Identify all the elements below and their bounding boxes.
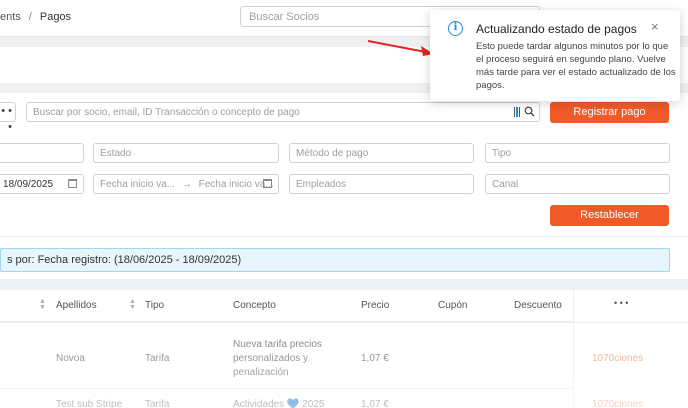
range-arrow-icon: → xyxy=(181,179,192,190)
date-range-end-input[interactable]: 18/09/2025 xyxy=(0,174,84,194)
cell-concepto-line: personalizados y xyxy=(233,353,309,364)
cell-tipo: Tarifa xyxy=(145,353,170,364)
empleados-select[interactable]: Empleados xyxy=(289,174,474,194)
actions-column: • • • 1070ciones 1070ciones xyxy=(573,290,688,408)
cell-tipo: Tarifa xyxy=(145,399,170,408)
date-range-end-value: 18/09/2025 xyxy=(3,179,54,190)
toast-message: Esto puede tardar algunos minutos por lo… xyxy=(476,41,676,91)
payments-search-input[interactable]: Buscar por socio, email, ID Transacción … xyxy=(26,102,540,122)
payments-table: Apellidos ▲ ▼ ▲ ▼ Tipo Concepto Precio Cup… xyxy=(0,290,688,408)
fecha-inicio-start: Fecha inicio va... xyxy=(100,179,176,190)
row-options-button[interactable]: 1070ciones xyxy=(592,399,643,408)
col-header-descuento[interactable]: Descuento xyxy=(514,300,562,311)
info-icon: i xyxy=(448,21,463,36)
breadcrumb-current: Pagos xyxy=(39,11,72,23)
col-header-cupon[interactable]: Cupón xyxy=(438,300,467,311)
tipo-select[interactable]: Tipo xyxy=(485,143,670,163)
breadcrumb-separator: / xyxy=(28,11,32,23)
col-header-concepto[interactable]: Concepto xyxy=(233,300,276,311)
cell-concepto-line: Nueva tarifa precios xyxy=(233,339,322,350)
payments-search-placeholder: Buscar por socio, email, ID Transacción … xyxy=(33,107,300,118)
header-divider xyxy=(0,322,688,323)
calendar-icon xyxy=(263,179,272,188)
barcode-icon[interactable] xyxy=(514,107,521,117)
close-icon[interactable]: × xyxy=(651,20,659,33)
cell-precio: 1,07 € xyxy=(361,399,389,408)
canal-select[interactable]: Canal xyxy=(485,174,670,194)
estado-select[interactable]: Estado xyxy=(93,143,279,163)
search-icon[interactable] xyxy=(524,106,535,117)
cell-apellidos: Test sub Stripe xyxy=(56,399,123,408)
filter-field-left[interactable] xyxy=(0,143,84,163)
annotation-arrow-icon xyxy=(367,40,434,56)
col-header-apellidos[interactable]: Apellidos xyxy=(56,300,97,311)
cell-precio: 1,07 € xyxy=(361,353,389,364)
filters-panel: • • • Buscar por socio, email, ID Transa… xyxy=(0,93,688,279)
cell-concepto-line: Actividades 💙 2025 xyxy=(233,399,325,408)
sort-icon[interactable]: ▲ ▼ xyxy=(129,298,136,311)
metodo-pago-select[interactable]: Método de pago xyxy=(289,143,474,163)
register-payment-button[interactable]: Registrar pago xyxy=(550,102,669,123)
col-header-precio[interactable]: Precio xyxy=(361,300,389,311)
breadcrumb-prev[interactable]: ents xyxy=(0,11,21,23)
more-options-button[interactable]: • • • xyxy=(0,102,16,133)
panel-divider xyxy=(0,236,688,237)
sort-icon[interactable]: ▲ ▼ xyxy=(39,298,46,311)
cell-apellidos: Novoa xyxy=(56,353,85,364)
reset-filters-button[interactable]: Restablecer xyxy=(550,205,669,226)
active-filter-note: s por: Fecha registro: (18/06/2025 - 18/… xyxy=(0,248,670,272)
col-header-tipo[interactable]: Tipo xyxy=(145,300,164,311)
cell-concepto-line: penalización xyxy=(233,367,289,378)
breadcrumb: ents / Pagos xyxy=(0,11,71,23)
payment-status-toast: i Actualizando estado de pagos × Esto pu… xyxy=(430,10,680,101)
row-options-button[interactable]: 1070ciones xyxy=(592,353,643,364)
fecha-inicio-range-input[interactable]: Fecha inicio va... → Fecha inicio va... xyxy=(93,174,279,194)
column-options-button[interactable]: • • • xyxy=(614,298,628,308)
calendar-icon xyxy=(68,179,77,188)
toast-title: Actualizando estado de pagos xyxy=(476,22,637,36)
